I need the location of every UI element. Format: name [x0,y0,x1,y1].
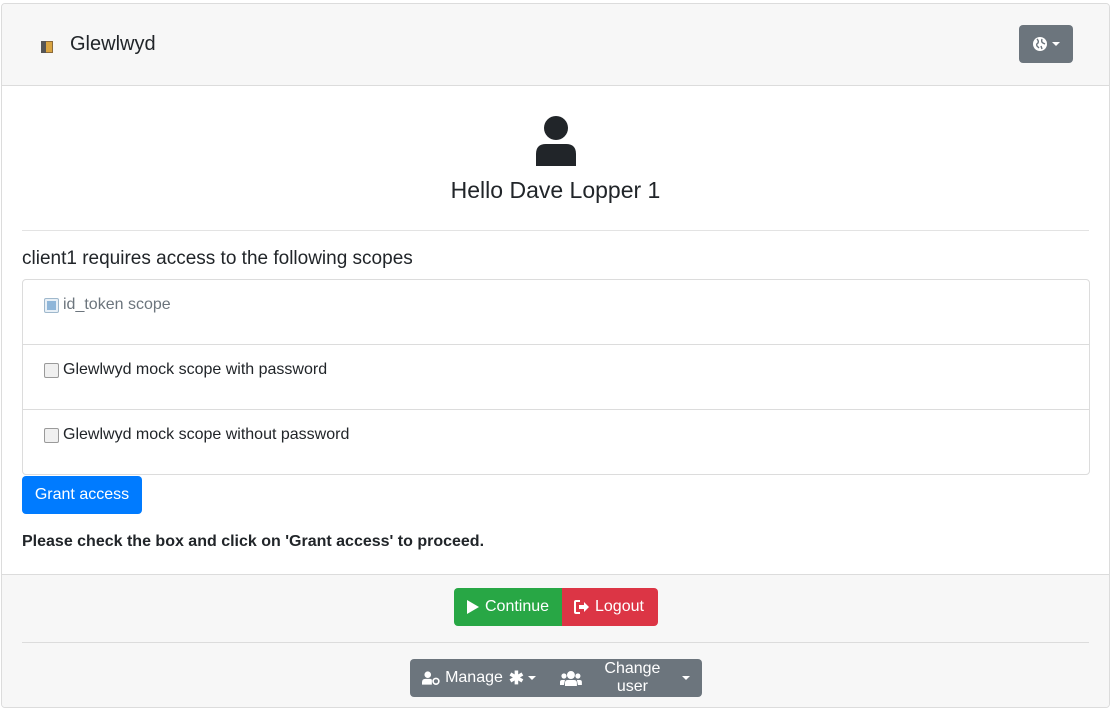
scope-checkbox-id-token [44,298,59,313]
account-button-group: Manage ✱ Change user [410,659,702,697]
divider [22,230,1089,231]
chevron-down-icon [682,676,690,680]
chevron-down-icon [1052,42,1060,46]
app-title: Glewlwyd [70,33,156,55]
change-user-dropdown-button[interactable]: Change user [548,659,702,697]
header: Glewlwyd [2,4,1109,86]
continue-button[interactable]: Continue [454,588,562,626]
user-cog-icon [422,671,440,685]
logout-label: Logout [595,598,644,615]
user-icon [536,116,576,166]
change-user-label: Change user [604,660,661,695]
scope-item: Glewlwyd mock scope without password [23,410,1089,475]
users-icon [560,671,582,686]
divider [22,642,1089,643]
scopes-title: client1 requires access to the following… [22,248,413,269]
language-dropdown-button[interactable] [1019,25,1073,63]
main-card: Glewlwyd Hello Dave Lopper 1 client1 req… [1,3,1110,708]
scope-label[interactable]: Glewlwyd mock scope without password [63,426,349,444]
scope-label[interactable]: Glewlwyd mock scope with password [63,361,327,379]
scope-checkbox-mock-with-password[interactable] [44,363,59,378]
footer: Continue Logout Manage ✱ Change user [2,574,1109,707]
continue-label: Continue [485,598,550,615]
scope-label: id_token scope [63,296,171,313]
notice-text: Please check the box and click on 'Grant… [22,533,485,550]
session-button-group: Continue Logout [454,588,658,626]
manage-dropdown-button[interactable]: Manage ✱ [410,659,548,697]
scope-checkbox-mock-without-password[interactable] [44,428,59,443]
grant-access-button[interactable]: Grant access [22,476,142,514]
sign-out-icon [574,600,589,614]
door-icon [41,41,53,53]
chevron-down-icon [528,676,536,680]
asterisk-icon: ✱ [508,667,524,688]
scope-item: Glewlwyd mock scope with password [23,345,1089,410]
greeting: Hello Dave Lopper 1 [450,177,661,203]
scope-item: id_token scope [23,280,1089,345]
scope-list: id_token scope Glewlwyd mock scope with … [22,279,1090,475]
play-icon [467,600,479,614]
manage-label: Manage [445,669,503,686]
logout-button[interactable]: Logout [562,588,658,626]
globe-icon [1033,37,1047,51]
